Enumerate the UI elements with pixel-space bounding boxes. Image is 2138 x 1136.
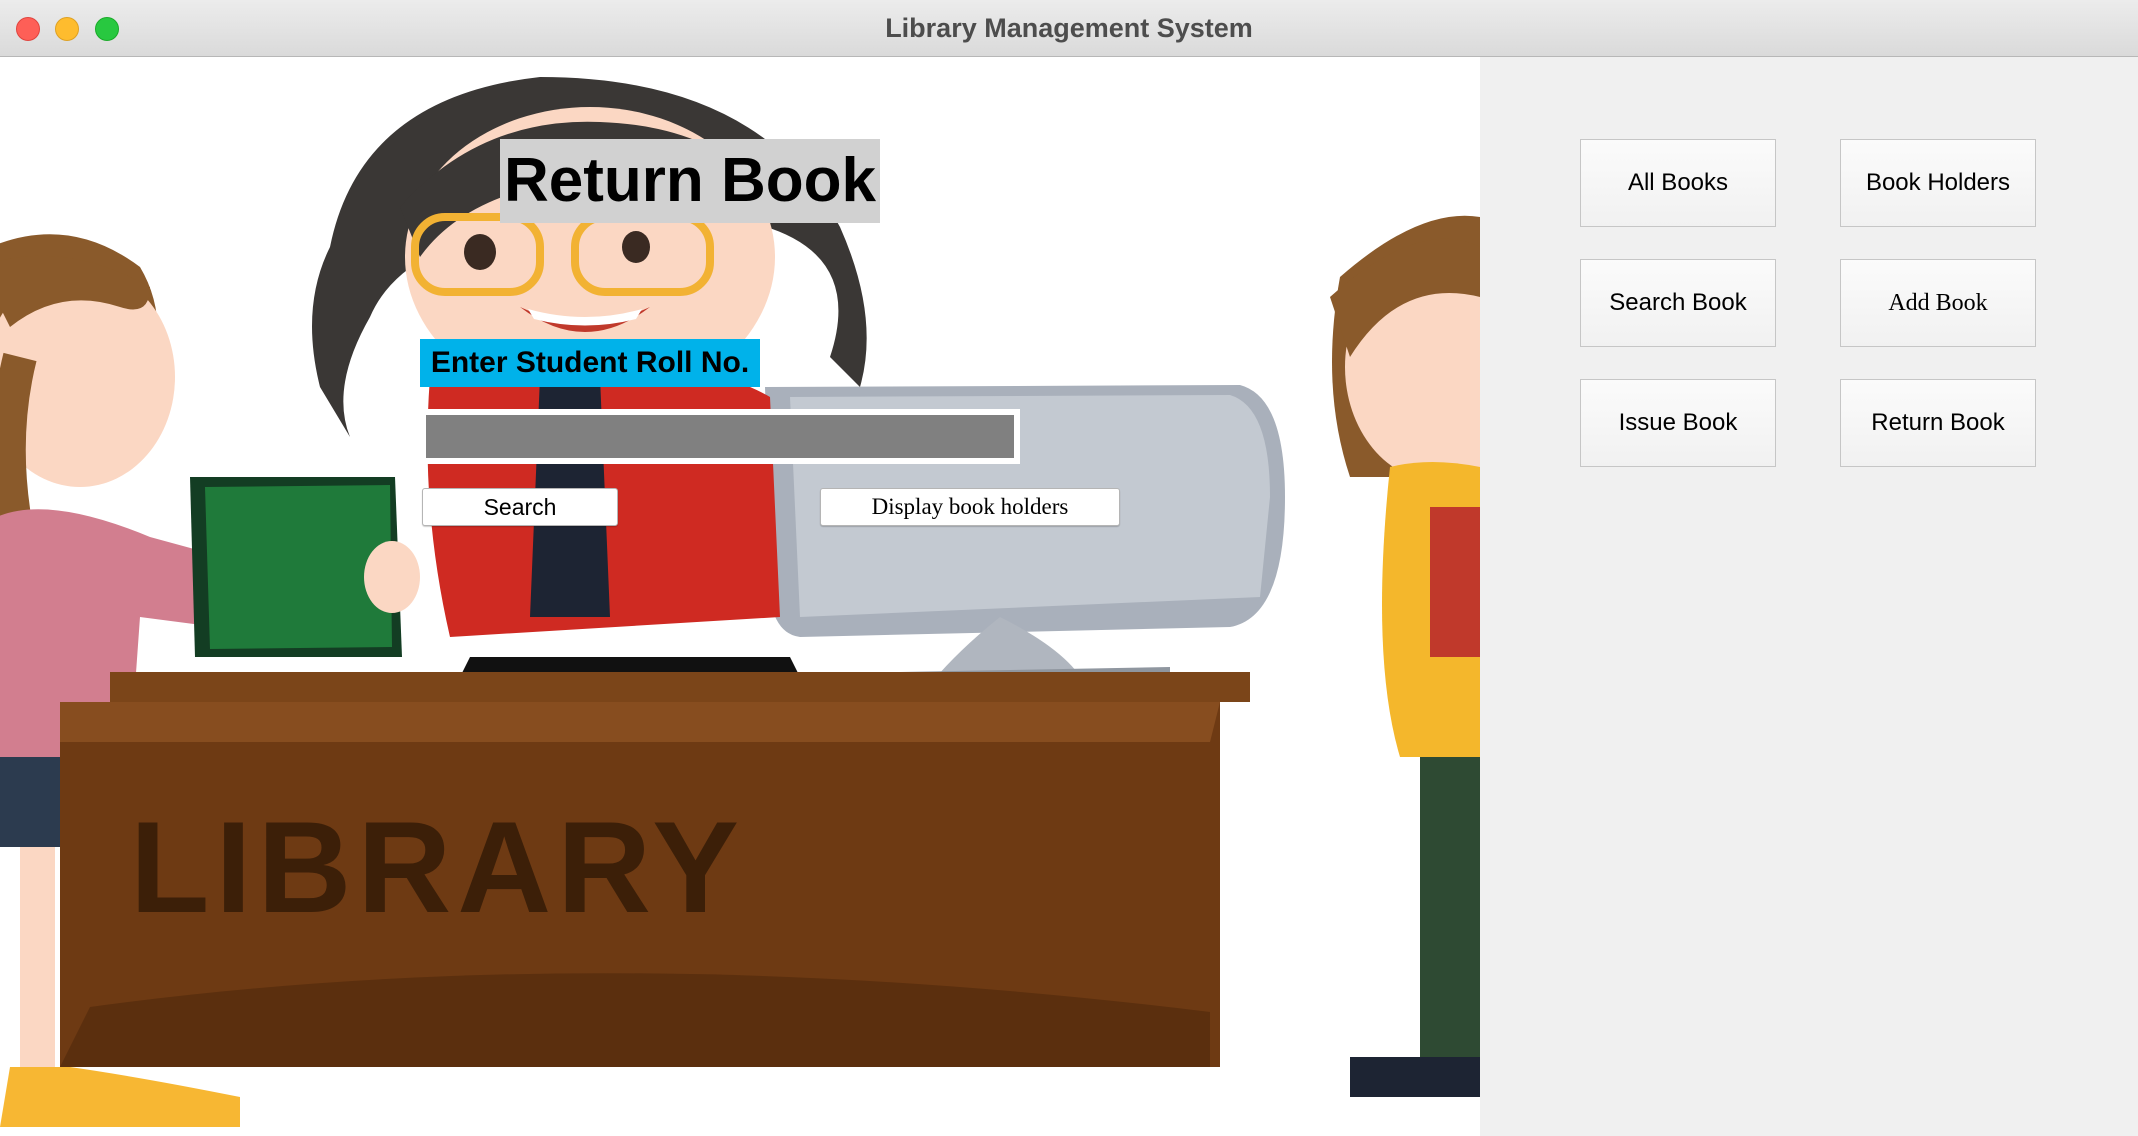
roll-number-input[interactable]	[420, 409, 1020, 464]
green-book-illustration	[190, 477, 420, 657]
add-book-button[interactable]: Add Book	[1840, 259, 2036, 347]
book-holders-button[interactable]: Book Holders	[1840, 139, 2036, 227]
navigation-panel: All Books Book Holders Search Book Add B…	[1480, 57, 2138, 1136]
window-title: Library Management System	[885, 13, 1253, 43]
search-button[interactable]: Search	[422, 488, 618, 526]
search-book-button[interactable]: Search Book	[1580, 259, 1776, 347]
title-bar: Library Management System	[0, 0, 2138, 57]
roll-number-label: Enter Student Roll No.	[420, 339, 760, 387]
return-book-button[interactable]: Return Book	[1840, 379, 2036, 467]
all-books-button[interactable]: All Books	[1580, 139, 1776, 227]
display-book-holders-button[interactable]: Display book holders	[820, 488, 1120, 526]
page-title: Return Book	[500, 139, 880, 223]
library-desk-illustration: LIBRARY	[60, 672, 1250, 1067]
child-right-illustration	[1330, 215, 1480, 1097]
return-book-panel: LIBRARY Return Book Enter Student Roll N…	[0, 57, 1480, 1136]
library-desk-text: LIBRARY	[130, 794, 745, 940]
issue-book-button[interactable]: Issue Book	[1580, 379, 1776, 467]
